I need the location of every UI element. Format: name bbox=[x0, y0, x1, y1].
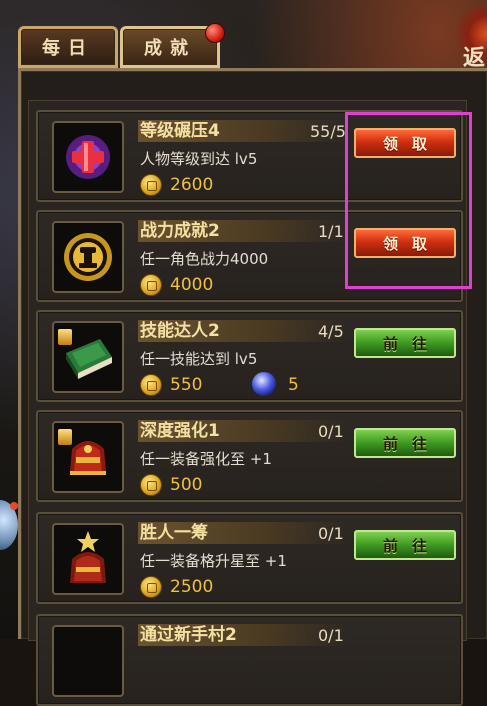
coin-reward: 4000 bbox=[170, 275, 214, 295]
achievement-title: 技能达人2 bbox=[140, 321, 220, 341]
achievement-desc: 任一装备强化至 +1 bbox=[140, 450, 272, 468]
power-medal-icon bbox=[64, 233, 112, 281]
gem-icon bbox=[252, 372, 276, 396]
go-button[interactable]: 前往 bbox=[354, 530, 456, 560]
achievement-desc: 任一角色战力4000 bbox=[140, 250, 269, 268]
rank-badge-icon bbox=[58, 429, 72, 445]
go-button[interactable]: 前往 bbox=[354, 328, 456, 358]
coin-icon bbox=[140, 174, 162, 196]
tab-daily-label: 每日 bbox=[42, 38, 94, 59]
achievement-progress: 4/5 bbox=[318, 322, 344, 341]
achievement-icon-frame bbox=[52, 625, 124, 697]
coin-icon bbox=[140, 474, 162, 496]
achievement-title: 深度强化1 bbox=[140, 421, 220, 441]
coin-reward: 2600 bbox=[170, 175, 214, 195]
achievement-icon-frame bbox=[52, 121, 124, 193]
coin-icon bbox=[140, 374, 162, 396]
achievement-card: 技能达人2 4/5 任一技能达到 lv5 550 5 前往 bbox=[36, 310, 463, 402]
achievement-title: 通过新手村2 bbox=[140, 625, 237, 645]
coin-icon bbox=[140, 274, 162, 296]
achievement-progress: 0/1 bbox=[318, 422, 344, 441]
tab-achievements-label: 成就 bbox=[144, 38, 196, 59]
achievement-icon-frame bbox=[52, 321, 124, 393]
highlight-box bbox=[345, 112, 472, 289]
achievement-icon-frame bbox=[52, 221, 124, 293]
notification-dot bbox=[205, 23, 225, 43]
achievement-card: 深度强化1 0/1 任一装备强化至 +1 500 前往 bbox=[36, 410, 463, 502]
achievement-progress: 0/1 bbox=[318, 524, 344, 543]
achievement-title: 战力成就2 bbox=[140, 221, 220, 241]
achievement-desc: 任一装备格升星至 +1 bbox=[140, 552, 287, 570]
coin-icon bbox=[140, 576, 162, 598]
tab-daily[interactable]: 每日 bbox=[18, 26, 118, 68]
tab-achievements[interactable]: 成就 bbox=[120, 23, 225, 68]
achievement-title: 胜人一筹 bbox=[140, 523, 208, 543]
go-button[interactable]: 前往 bbox=[354, 428, 456, 458]
achievement-progress: 0/1 bbox=[318, 626, 344, 645]
achievement-card: 胜人一筹 0/1 任一装备格升星至 +1 2500 前往 bbox=[36, 512, 463, 604]
achievement-icon-frame bbox=[52, 523, 124, 595]
achievement-progress: 55/5 bbox=[310, 122, 346, 141]
star-armor-icon bbox=[70, 531, 106, 583]
achievement-title: 等级碾压4 bbox=[140, 121, 220, 141]
coin-reward: 500 bbox=[170, 475, 203, 495]
gem-reward: 5 bbox=[288, 375, 299, 395]
achievement-icon-frame bbox=[52, 421, 124, 493]
achievement-card: 通过新手村2 0/1 bbox=[36, 614, 463, 706]
achievement-progress: 1/1 bbox=[318, 222, 344, 241]
achievement-desc: 人物等级到达 lv5 bbox=[140, 150, 258, 168]
coin-reward: 550 bbox=[170, 375, 203, 395]
rank-badge-icon bbox=[58, 329, 72, 345]
achievement-desc: 任一技能达到 lv5 bbox=[140, 350, 258, 368]
red-cross-icon bbox=[66, 135, 110, 179]
side-notification-dot bbox=[10, 502, 18, 510]
coin-reward: 2500 bbox=[170, 577, 214, 597]
